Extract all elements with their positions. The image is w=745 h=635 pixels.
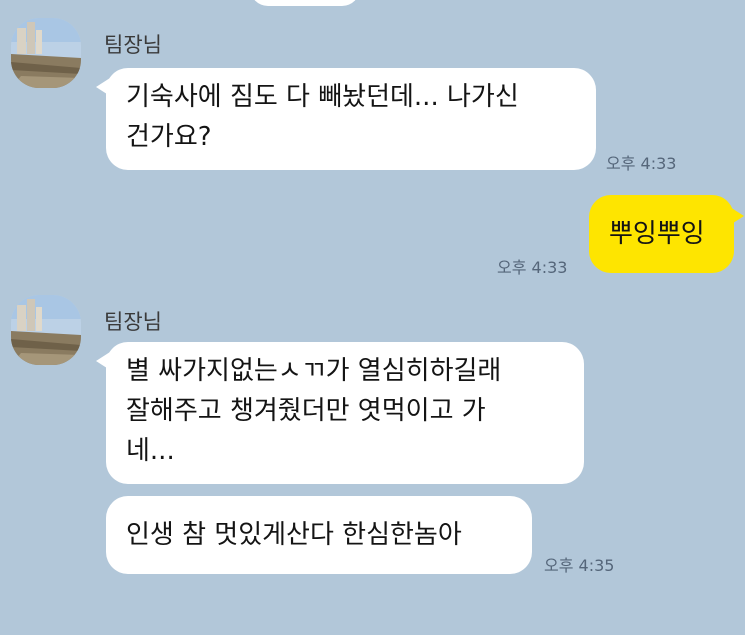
sender-name: 팀장님 bbox=[104, 33, 162, 57]
message-text-line: 잘해주고 챙겨줬더만 엿먹이고 가 bbox=[126, 396, 486, 426]
message-text-line: 인생 참 멋있게산다 한심한놈아 bbox=[126, 520, 462, 550]
profile-photo-icon bbox=[11, 295, 81, 365]
message-text-line: 뿌잉뿌잉 bbox=[609, 219, 705, 249]
previous-message-bubble[interactable] bbox=[250, 0, 360, 6]
message-bubble[interactable]: 기숙사에 짐도 다 빼놨던데... 나가신 건가요? bbox=[96, 68, 596, 170]
message-timestamp: 오후 4:35 bbox=[544, 556, 615, 575]
message-text-line: 건가요? bbox=[126, 122, 212, 152]
sender-avatar[interactable] bbox=[11, 295, 81, 365]
sender-avatar[interactable] bbox=[11, 18, 81, 88]
message-text-line: 네... bbox=[126, 436, 175, 466]
message-timestamp: 오후 4:33 bbox=[606, 154, 677, 173]
message-text-line: 별 싸가지없는ㅅㄲ가 열심히하길래 bbox=[126, 356, 502, 386]
message-timestamp: 오후 4:33 bbox=[497, 258, 568, 277]
message-bubble[interactable]: 별 싸가지없는ㅅㄲ가 열심히하길래 잘해주고 챙겨줬더만 엿먹이고 가 네... bbox=[96, 342, 584, 484]
message-text-line: 기숙사에 짐도 다 빼놨던데... 나가신 bbox=[126, 82, 519, 112]
profile-photo-icon bbox=[11, 18, 81, 88]
my-message-bubble[interactable]: 뿌잉뿌잉 bbox=[589, 195, 744, 273]
message-bubble[interactable]: 인생 참 멋있게산다 한심한놈아 bbox=[106, 496, 532, 574]
sender-name: 팀장님 bbox=[104, 310, 162, 334]
